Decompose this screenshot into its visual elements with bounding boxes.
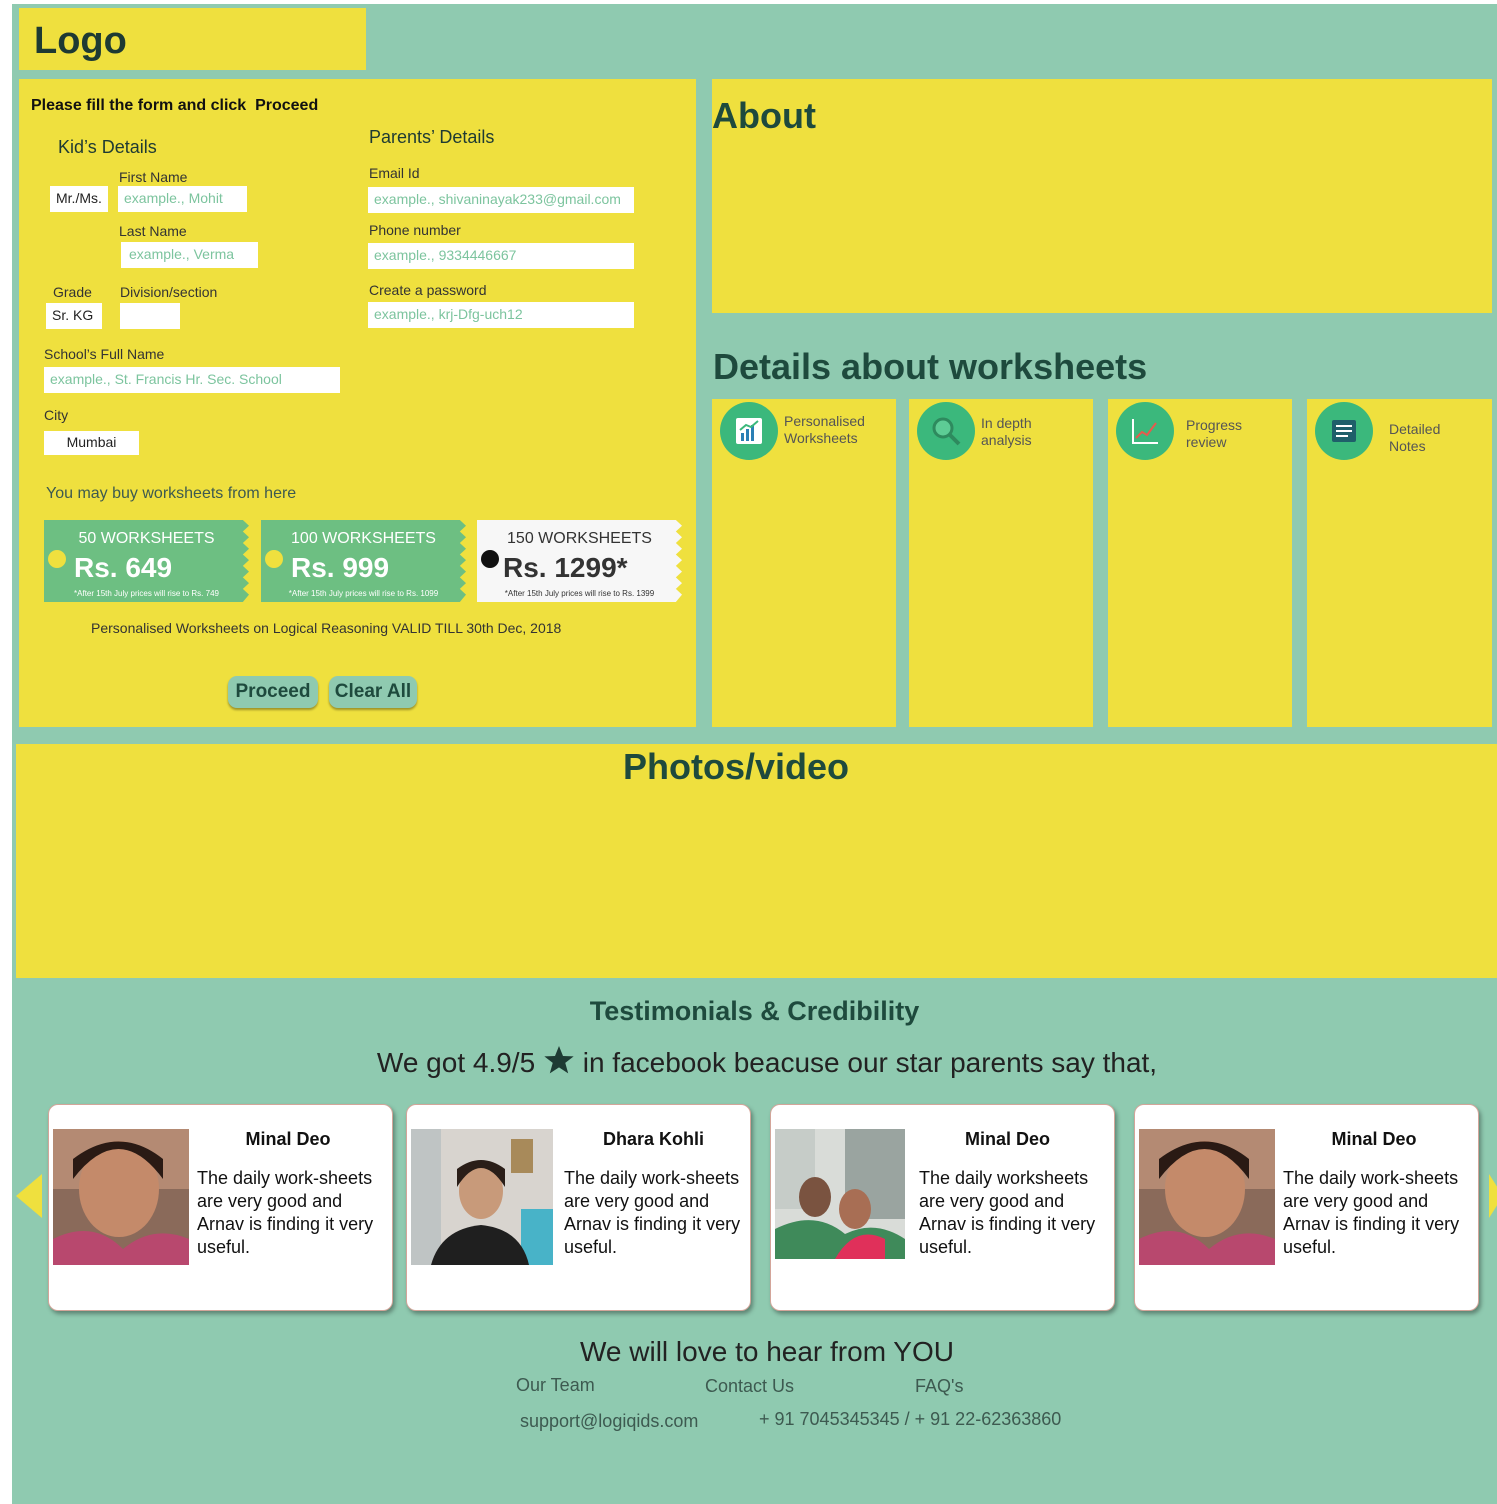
trend-chart-icon [1116,402,1174,460]
testimonial-name: Minal Deo [964,1129,1050,1149]
about-panel: About [712,79,1492,313]
feature-progress-label: Progress review [1186,417,1242,451]
plan-150-title: 150 WORKSHEETS [507,530,652,547]
proceed-button[interactable]: Proceed [228,676,318,708]
grade-label: Grade [53,284,92,300]
plan-150-price: Rs. 1299* [503,552,628,583]
testimonial-quote: The daily work-sheets are very good and … [197,1168,374,1257]
carousel-next-arrow[interactable] [1489,1174,1497,1218]
kids-details-heading: Kid’s Details [58,137,157,157]
password-input[interactable]: example., krj-Dfg-uch12 [368,302,634,328]
feature-personalised-label: Personalised Worksheets [784,413,865,447]
salutation-field[interactable]: Mr./Ms. [50,186,108,212]
testimonial-quote: The daily work-sheets are very good and … [564,1168,741,1257]
testimonial-name: Dhara Kohli [602,1129,704,1149]
testimonial-name: Minal Deo [1331,1129,1417,1149]
phone-input[interactable]: example., 9334446667 [368,243,634,269]
clear-all-button[interactable]: Clear All [329,676,417,708]
parent-photo [1139,1129,1275,1265]
last-name-input[interactable]: example., Verma [121,242,258,268]
feature-progress-line2: review [1186,434,1227,450]
testimonial-card: Minal Deo The daily worksheets are very … [770,1104,1115,1311]
photos-video-panel: Photos/video [16,744,1497,978]
footer-tagline: We will love to hear from YOU [580,1336,954,1367]
parent-photo [53,1129,189,1265]
rating-line: We got 4.9/5 in facebook beacuse our sta… [12,1044,1497,1083]
plan-100-radio[interactable] [265,550,283,568]
faqs-link[interactable]: FAQ's [915,1376,963,1397]
feature-personalised: Personalised Worksheets [712,399,896,727]
plan-50-title: 50 WORKSHEETS [78,530,215,547]
last-name-label: Last Name [119,223,187,239]
email-label: Email Id [369,165,420,181]
division-label: Division/section [120,284,218,300]
rating-text-before: We got 4.9/5 [376,1047,536,1078]
logo-text: Logo [34,20,127,62]
feature-notes-line1: Detailed [1389,421,1441,437]
magnifier-icon [917,402,975,460]
plan-100-title: 100 WORKSHEETS [291,530,436,547]
our-team-link[interactable]: Our Team [516,1375,595,1396]
school-input[interactable]: example., St. Francis Hr. Sec. School [44,367,340,393]
validity-text: Personalised Worksheets on Logical Reaso… [91,620,562,636]
feature-analysis-line1: In depth [981,415,1032,431]
first-name-input[interactable]: example., Mohit [118,186,247,212]
feature-progress-line1: Progress [1186,417,1243,433]
parent-photo [775,1129,905,1259]
plan-100-note: *After 15th July prices will rise to Rs.… [288,589,439,598]
parents-details-heading: Parents’ Details [369,127,495,147]
testimonial-card: Dhara Kohli The daily work-sheets are ve… [406,1104,751,1311]
testimonials-title: Testimonials & Credibility [589,996,920,1026]
buy-worksheets-text: You may buy worksheets from here [46,485,297,502]
feature-notes: Detailed Notes [1307,399,1492,727]
testimonial-card: Minal Deo The daily work-sheets are very… [1134,1104,1479,1311]
phone-label: Phone number [369,222,461,238]
plan-100-option[interactable]: 100 WORKSHEETS Rs. 999 *After 15th July … [261,520,466,602]
plan-150-option[interactable]: 150 WORKSHEETS Rs. 1299* *After 15th Jul… [477,520,682,602]
testimonial-quote: The daily work-sheets are very good and … [1283,1168,1460,1257]
testimonial-card: Minal Deo The daily work-sheets are very… [48,1104,393,1311]
city-label: City [44,407,69,423]
logo-box[interactable]: Logo [19,8,366,70]
feature-notes-label: Detailed Notes [1389,421,1440,455]
grade-select[interactable]: Sr. KG [46,303,102,329]
support-email[interactable]: support@logiqids.com [520,1411,698,1432]
form-instruction: Please fill the form and click Proceed [31,97,319,114]
plan-150-radio[interactable] [481,550,499,568]
carousel-prev-arrow[interactable] [16,1174,42,1218]
division-input[interactable] [120,303,180,329]
notes-icon [1315,402,1373,460]
about-title: About [712,95,816,136]
photos-video-title: Photos/video [622,746,850,787]
school-label: School’s Full Name [44,346,165,362]
page: Logo Please fill the form and click Proc… [12,4,1497,1504]
feature-notes-line2: Notes [1389,438,1426,454]
worksheets-title: Details about worksheets [713,346,1148,387]
testimonial-quote: The daily worksheets are very good and A… [919,1168,1096,1257]
email-input[interactable]: example., shivaninayak233@gmail.com [368,187,634,213]
plan-150-note: *After 15th July prices will rise to Rs.… [504,589,655,598]
bar-chart-icon [720,402,778,460]
feature-progress: Progress review [1108,399,1292,727]
support-phone: + 91 7045345345 / + 91 22-62363860 [759,1409,1062,1429]
parent-photo [411,1129,553,1265]
plan-50-option[interactable]: 50 WORKSHEETS Rs. 649 *After 15th July p… [44,520,249,602]
feature-analysis-label: In depth analysis [981,415,1032,449]
rating-text-after: in facebook beacuse our star parents say… [582,1047,1158,1078]
feature-analysis: In depth analysis [909,399,1093,727]
feature-analysis-line2: analysis [981,432,1032,448]
feature-personalised-line2: Worksheets [784,430,858,446]
plan-100-price: Rs. 999 [291,552,390,583]
star-icon [543,1044,575,1083]
city-select[interactable]: Mumbai [44,431,139,455]
feature-personalised-line1: Personalised [784,413,865,429]
password-label: Create a password [369,282,487,298]
contact-us-link[interactable]: Contact Us [705,1376,794,1397]
signup-form-panel: Please fill the form and click Proceed K… [19,79,696,727]
plan-50-radio[interactable] [48,550,66,568]
plan-50-price: Rs. 649 [74,552,173,583]
first-name-label: First Name [119,169,188,185]
testimonial-name: Minal Deo [245,1129,331,1149]
plan-50-note: *After 15th July prices will rise to Rs.… [74,589,219,598]
